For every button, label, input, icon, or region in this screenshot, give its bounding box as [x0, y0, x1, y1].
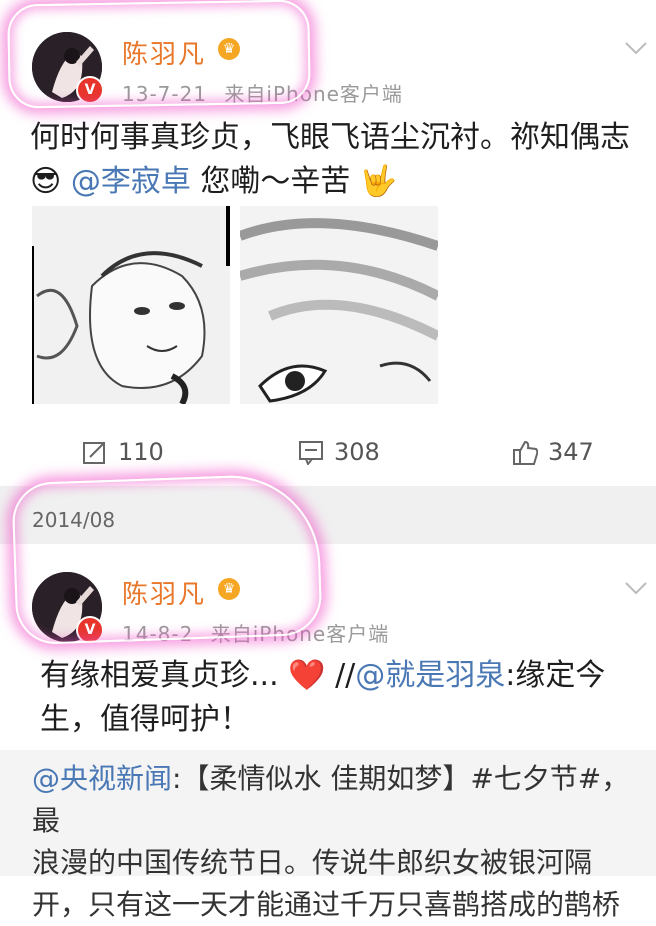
repost-prefix: // [335, 658, 356, 693]
comment-icon [299, 441, 323, 465]
post-text-line2: 😎 @李寂卓 您嘞～辛苦 🤟 [30, 160, 640, 204]
quoted-line3: 开，只有这一天才能通过千万只喜鹊搭成的鹊桥 [32, 888, 621, 921]
quoted-line1: @央视新闻:【柔情似水 佳期如梦】#七夕节#，最 [32, 758, 642, 842]
post-text-line1: 何时何事真珍贞，飞眼飞语尘沉衬。祢知偶志 [30, 120, 630, 155]
post-text-after-mention: :缘定今 [505, 658, 606, 693]
comment-count: 308 [334, 438, 380, 466]
highlight-annotation [11, 472, 323, 646]
post-text-rest: 您嘞～辛苦 [200, 164, 351, 199]
quoted-text: @央视新闻:【柔情似水 佳期如梦】#七夕节#，最 浪漫的中国传统节日。传说牛郎织… [32, 758, 642, 926]
post-text: 有缘相爱真贞珍... ❤️ //@就是羽泉:缘定今 生，值得呵护！ [40, 654, 630, 742]
post-text-line2: 生，值得呵护！ [40, 702, 250, 737]
comment-button[interactable]: 308 [298, 438, 380, 466]
highlight-annotation [7, 0, 311, 109]
sketch-portrait-image [32, 206, 230, 404]
post-image-1[interactable] [32, 206, 230, 404]
quoted-mention-link[interactable]: @央视新闻 [32, 762, 172, 795]
post-text-line1: 有缘相爱真贞珍... ❤️ //@就是羽泉:缘定今 [40, 654, 630, 698]
like-icon [513, 440, 538, 465]
repost-icon [83, 442, 105, 464]
quoted-post[interactable]: @央视新闻:【柔情似水 佳期如梦】#七夕节#，最 浪漫的中国传统节日。传说牛郎织… [0, 750, 656, 921]
post-image-2[interactable] [240, 206, 438, 404]
quoted-line2: 浪漫的中国传统节日。传说牛郎织女被银河隔 [32, 846, 593, 879]
rock-hand-emoji-icon: 🤟 [359, 164, 398, 199]
post-text: 何时何事真珍贞，飞眼飞语尘沉衬。祢知偶志 😎 @李寂卓 您嘞～辛苦 🤟 [30, 116, 640, 204]
mention-link[interactable]: @就是羽泉 [355, 658, 505, 693]
like-button[interactable]: 347 [512, 438, 594, 466]
chevron-down-icon[interactable] [624, 36, 648, 61]
mention-link[interactable]: @李寂卓 [71, 164, 191, 199]
post-text-start: 有缘相爱真贞珍... [40, 658, 279, 693]
sunglasses-emoji-icon: 😎 [30, 164, 62, 199]
repost-button[interactable]: 110 [82, 438, 164, 466]
like-count: 347 [548, 438, 594, 466]
chevron-down-icon[interactable] [624, 576, 648, 601]
heart-emoji-icon: ❤️ [288, 658, 326, 693]
sketch-eye-image [240, 206, 438, 404]
repost-count: 110 [118, 438, 164, 466]
